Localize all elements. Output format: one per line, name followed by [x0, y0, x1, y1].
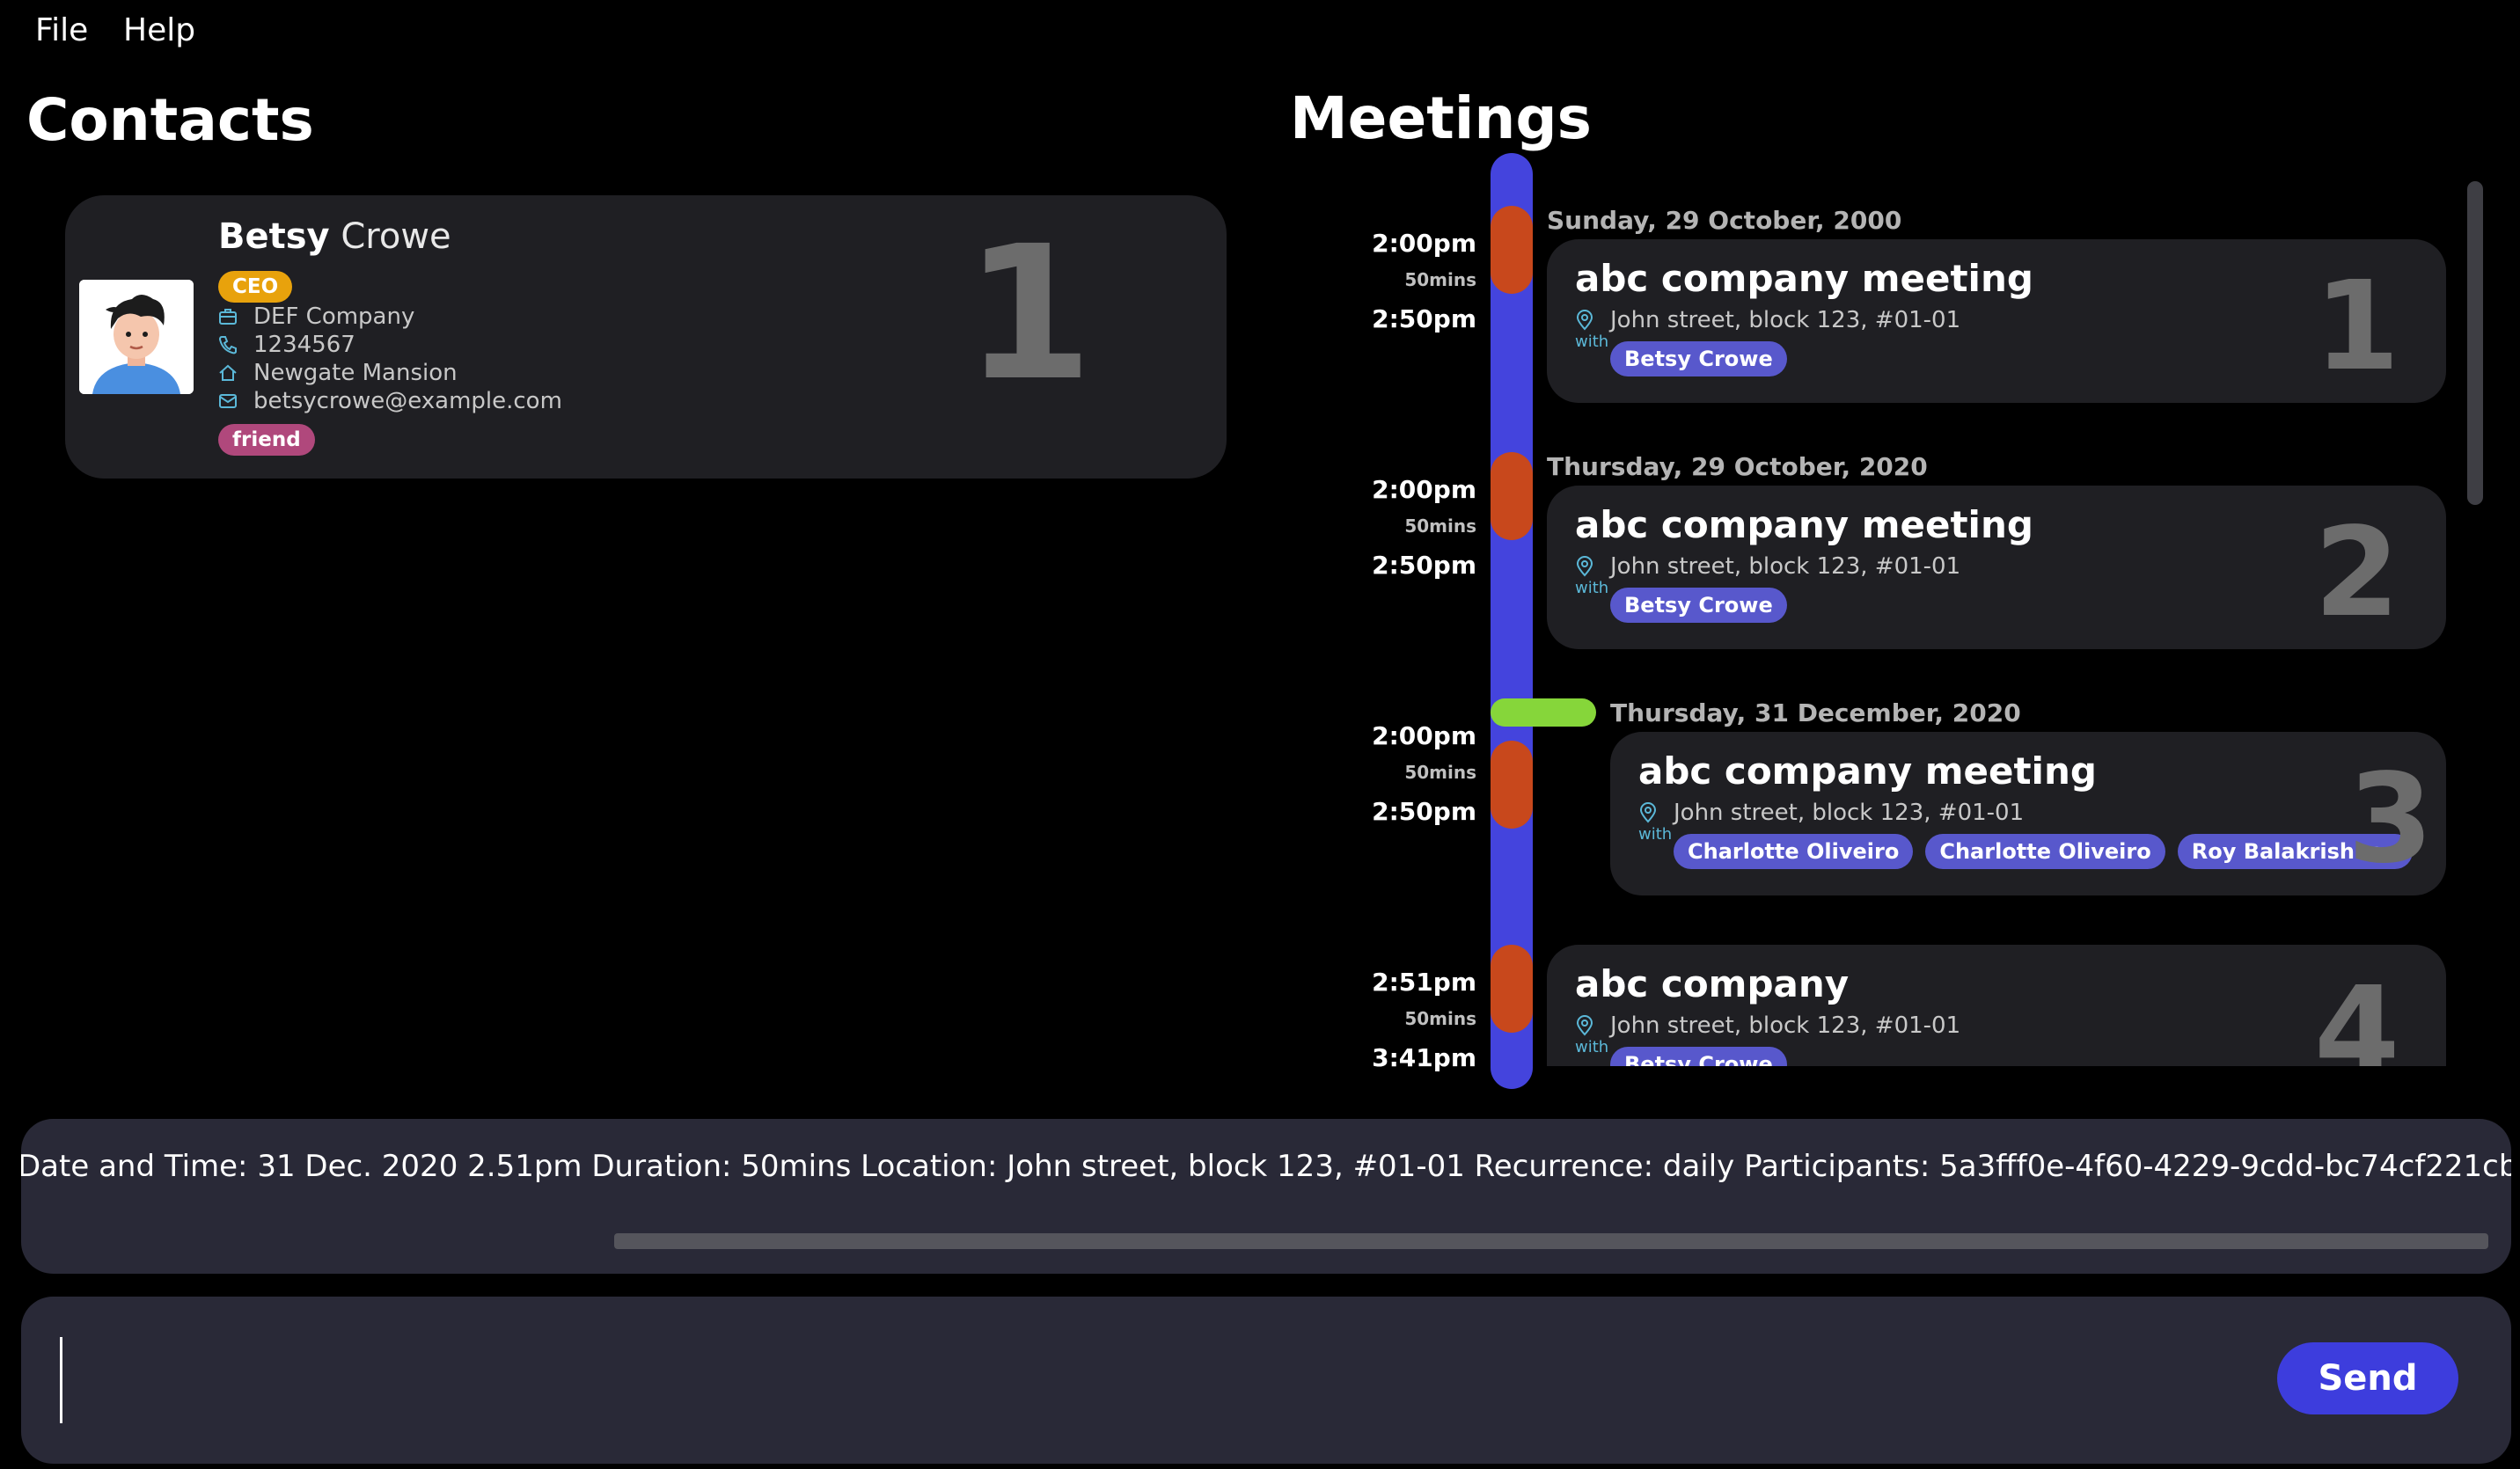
meeting-4-location-row: John street, block 123, #01-01	[1575, 1012, 1960, 1040]
location-pin-icon	[1576, 1015, 1593, 1036]
with-label: with	[1638, 825, 1673, 844]
meeting-1-end: 2:50pm	[1372, 304, 1476, 333]
meeting-4-index: 4	[2314, 961, 2400, 1067]
meeting-4-participants: Betsy Crowe	[1610, 1047, 1787, 1066]
email-row: betsycrowe@example.com	[218, 387, 562, 415]
menu-bar: File Help	[0, 0, 2520, 60]
with-label: with	[1575, 579, 1609, 597]
meeting-1-title: abc company meeting	[1575, 257, 2033, 300]
location-pin-icon	[1639, 802, 1657, 823]
mail-icon	[219, 394, 237, 408]
meeting-2-location: John street, block 123, #01-01	[1610, 553, 1961, 580]
meeting-2-title: abc company meeting	[1575, 503, 2033, 546]
meeting-slot-4	[1491, 945, 1533, 1033]
meeting-card-2[interactable]: abc company meeting John street, block 1…	[1547, 486, 2446, 649]
meeting-3-title: abc company meeting	[1638, 749, 2097, 793]
meetings-list[interactable]: Sunday, 29 October, 2000 abc company mee…	[1531, 185, 2464, 1066]
meeting-4-end: 3:41pm	[1372, 1043, 1476, 1072]
meeting-3-end: 2:50pm	[1372, 797, 1476, 826]
meeting-2-start: 2:00pm	[1372, 475, 1476, 504]
phone-icon	[218, 336, 237, 354]
participant-chip[interactable]: Betsy Crowe	[1610, 341, 1787, 376]
meeting-card-4[interactable]: abc company John street, block 123, #01-…	[1547, 945, 2446, 1066]
role-badge: CEO	[218, 271, 293, 303]
meeting-4-title: abc company	[1575, 962, 1850, 1005]
meeting-1-start: 2:00pm	[1372, 229, 1476, 258]
command-box: Send	[21, 1297, 2511, 1464]
contact-address: Newgate Mansion	[253, 360, 458, 386]
meeting-3-participants: Charlotte Oliveiro Charlotte Oliveiro Ro…	[1674, 834, 2414, 869]
meeting-card-1[interactable]: abc company meeting John street, block 1…	[1547, 239, 2446, 403]
tag-badge: friend	[218, 424, 315, 456]
briefcase-icon	[219, 309, 237, 325]
meeting-4-location: John street, block 123, #01-01	[1610, 1012, 1961, 1039]
phone-row: 1234567	[218, 331, 355, 359]
meeting-1-index: 1	[2314, 255, 2400, 398]
meeting-3-location: John street, block 123, #01-01	[1674, 800, 2025, 826]
result-scrollbar[interactable]	[614, 1233, 2488, 1249]
meeting-card-3[interactable]: abc company meeting John street, block 1…	[1610, 732, 2446, 895]
meeting-slot-1	[1491, 206, 1533, 294]
meeting-4-duration: 50mins	[1404, 1008, 1476, 1029]
contact-first-name: Betsy	[218, 216, 330, 257]
meeting-2-participants: Betsy Crowe	[1610, 588, 1787, 623]
contacts-heading: Contacts	[26, 86, 314, 154]
meeting-3-start: 2:00pm	[1372, 721, 1476, 750]
meeting-1-location-row: John street, block 123, #01-01	[1575, 306, 1960, 334]
meeting-3-index: 3	[2348, 748, 2434, 891]
meeting-1-location: John street, block 123, #01-01	[1610, 307, 1961, 333]
contact-phone: 1234567	[253, 332, 355, 358]
meeting-slot-2	[1491, 452, 1533, 540]
contact-card[interactable]: Betsy Crowe CEO DEF Company 1234567 Newg…	[65, 195, 1227, 479]
address-row: Newgate Mansion	[218, 359, 458, 387]
with-label: with	[1575, 333, 1609, 351]
participant-chip[interactable]: Betsy Crowe	[1610, 588, 1787, 623]
participant-chip[interactable]: Betsy Crowe	[1610, 1047, 1787, 1066]
home-icon	[219, 364, 237, 381]
contact-company: DEF Company	[253, 303, 415, 330]
meeting-2-duration: 50mins	[1404, 515, 1476, 537]
send-button[interactable]: Send	[2277, 1342, 2458, 1414]
contact-index: 1	[964, 206, 1094, 421]
participant-chip[interactable]: Charlotte Oliveiro	[1925, 834, 2165, 869]
meetings-heading: Meetings	[1290, 84, 1592, 152]
contact-name: Betsy Crowe	[218, 216, 451, 257]
meetings-scrollbar[interactable]	[2467, 181, 2483, 505]
result-text: Date and Time: 31 Dec. 2020 2.51pm Durat…	[21, 1149, 2511, 1184]
meeting-3-location-row: John street, block 123, #01-01	[1638, 799, 2024, 827]
meeting-2-date: Thursday, 29 October, 2020	[1547, 452, 1928, 481]
location-pin-icon	[1576, 556, 1593, 577]
command-input[interactable]	[60, 1337, 2277, 1423]
menu-help[interactable]: Help	[123, 12, 195, 48]
avatar	[79, 280, 194, 394]
meeting-3-date: Thursday, 31 December, 2020	[1610, 698, 2021, 727]
contact-email: betsycrowe@example.com	[253, 388, 562, 414]
meeting-slot-3	[1491, 741, 1533, 829]
contact-last-name: Crowe	[341, 216, 451, 257]
meeting-1-duration: 50mins	[1404, 269, 1476, 290]
meeting-4-start: 2:51pm	[1372, 968, 1476, 997]
meeting-2-end: 2:50pm	[1372, 551, 1476, 580]
result-display: Date and Time: 31 Dec. 2020 2.51pm Durat…	[21, 1119, 2511, 1274]
meeting-1-date: Sunday, 29 October, 2000	[1547, 206, 1902, 235]
meeting-2-index: 2	[2314, 501, 2400, 645]
meeting-1-participants: Betsy Crowe	[1610, 341, 1787, 376]
with-label: with	[1575, 1038, 1609, 1056]
participant-chip[interactable]: Charlotte Oliveiro	[1674, 834, 1914, 869]
meeting-2-location-row: John street, block 123, #01-01	[1575, 552, 1960, 581]
menu-file[interactable]: File	[35, 12, 88, 48]
location-pin-icon	[1576, 310, 1593, 331]
meeting-3-duration: 50mins	[1404, 762, 1476, 783]
company-row: DEF Company	[218, 303, 414, 331]
